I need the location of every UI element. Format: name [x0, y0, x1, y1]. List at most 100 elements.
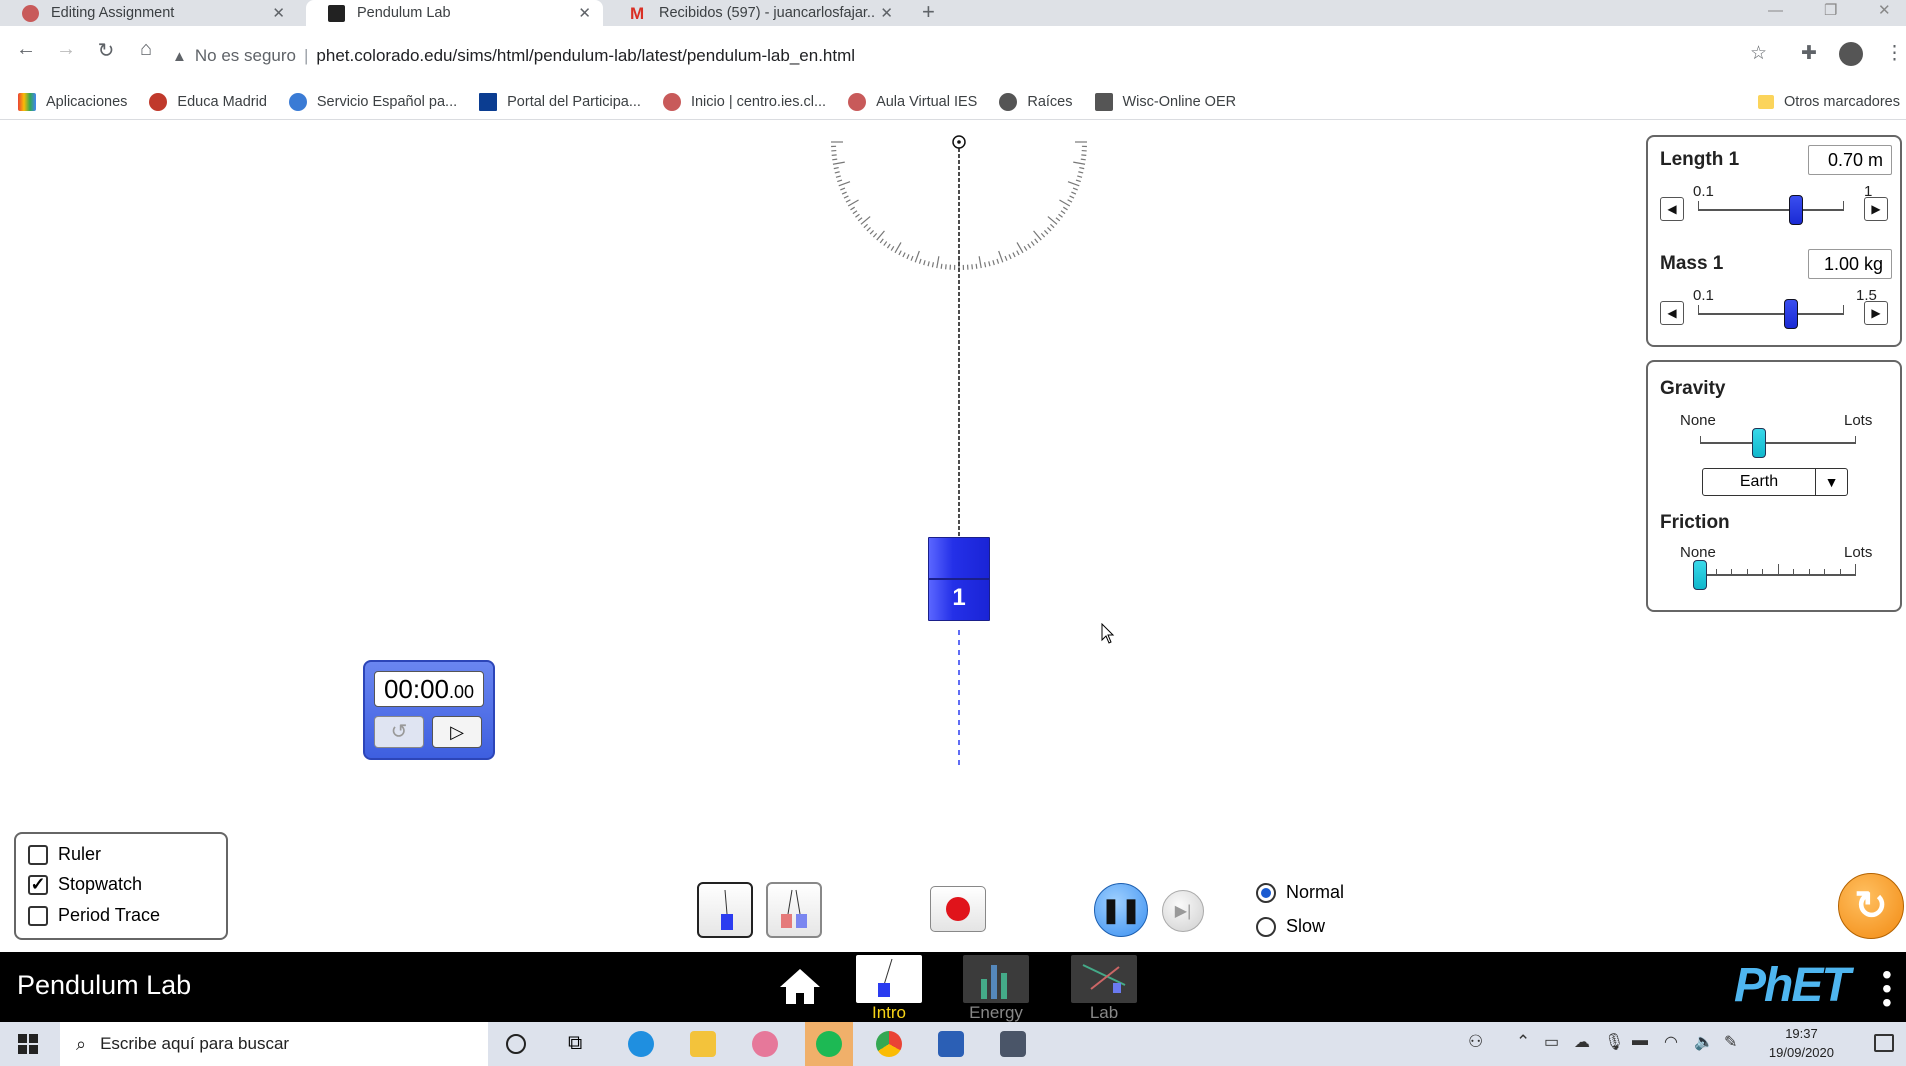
stopwatch-checkbox[interactable]: ✓ Stopwatch — [28, 874, 142, 895]
extensions-icon[interactable]: ✚ — [1801, 42, 1817, 65]
phet-logo[interactable]: PhET — [1734, 958, 1851, 1013]
protractor-tick — [1012, 252, 1016, 258]
speed-slow-radio[interactable]: Slow — [1256, 916, 1325, 937]
step-forward-button[interactable]: ▶| — [1162, 890, 1204, 932]
bookmark-raices[interactable]: Raíces — [999, 93, 1073, 111]
checkbox-box[interactable] — [28, 844, 48, 865]
friction-slider[interactable] — [1693, 560, 1856, 590]
chrome-icon[interactable] — [876, 1031, 902, 1057]
tab-editing-assignment[interactable]: Editing Assignment ✕ — [0, 0, 297, 26]
edge-icon[interactable] — [628, 1031, 654, 1057]
minimize-icon[interactable]: — — [1768, 0, 1783, 22]
length-increase-button[interactable]: ▶ — [1864, 197, 1888, 221]
friction-slider-thumb[interactable] — [1693, 560, 1707, 590]
two-pendulums-button[interactable] — [766, 882, 822, 938]
onedrive-icon[interactable]: ☁ — [1574, 1032, 1590, 1052]
address-bar[interactable]: ▲ No es seguro | phet.colorado.edu/sims/… — [172, 38, 1772, 74]
bookmark-portal-participa[interactable]: Portal del Participa... — [479, 93, 641, 111]
bookmark-educa-madrid[interactable]: Educa Madrid — [149, 93, 267, 111]
pause-button[interactable]: ❚❚ — [1094, 883, 1148, 937]
windows-start-icon[interactable] — [18, 1034, 38, 1054]
forward-icon[interactable]: → — [52, 38, 80, 61]
file-explorer-icon[interactable] — [690, 1031, 716, 1057]
battery-icon[interactable]: ▬ — [1632, 1032, 1648, 1050]
bookmark-servicio-espanol[interactable]: Servicio Español pa... — [288, 93, 457, 111]
gravity-slider-thumb[interactable] — [1752, 428, 1767, 458]
reset-all-button[interactable]: ↻ — [1838, 873, 1904, 939]
taskbar-clock[interactable]: 19:37 19/09/2020 — [1769, 1024, 1834, 1062]
one-pendulum-button[interactable] — [697, 882, 753, 938]
screen-intro-button[interactable]: Intro — [856, 955, 922, 1022]
bookmark-wisc-online[interactable]: Wisc-Online OER — [1094, 93, 1236, 111]
mass-decrease-button[interactable]: ◀ — [1660, 301, 1684, 325]
new-tab-icon[interactable]: + — [922, 0, 935, 24]
search-icon: ⌕ — [76, 1033, 87, 1054]
two-pendulums-icon — [781, 889, 807, 928]
back-icon[interactable]: ← — [12, 38, 40, 61]
centro-icon — [662, 93, 681, 111]
home-button[interactable] — [776, 966, 824, 1006]
pen-icon[interactable]: ✎ — [1724, 1032, 1737, 1052]
stopwatch[interactable]: 00:00.00 ↺ ▷ — [363, 660, 495, 760]
phet-menu-icon[interactable]: • • • — [1882, 961, 1892, 1017]
close-tab-icon[interactable]: ✕ — [272, 4, 285, 22]
mass-band — [929, 578, 989, 580]
folder-icon — [1757, 95, 1774, 109]
microphone-icon[interactable]: 🎙 — [1604, 1032, 1624, 1052]
record-button[interactable] — [930, 886, 986, 932]
display-icon[interactable]: ▭ — [1544, 1032, 1559, 1052]
pendulum-mass[interactable]: 1 — [928, 537, 990, 621]
length-slider[interactable] — [1698, 195, 1844, 225]
length-decrease-button[interactable]: ◀ — [1660, 197, 1684, 221]
home-icon[interactable]: ⌂ — [132, 38, 160, 61]
tray-chevron-icon[interactable]: ⌃ — [1516, 1032, 1530, 1052]
mass-increase-button[interactable]: ▶ — [1864, 301, 1888, 325]
reload-icon[interactable]: ↻ — [92, 38, 120, 63]
length-slider-thumb[interactable] — [1788, 195, 1803, 225]
menu-icon[interactable]: ⋮ — [1885, 42, 1904, 65]
bookmark-star-icon[interactable]: ☆ — [1750, 42, 1767, 65]
mass-slider-thumb[interactable] — [1784, 299, 1799, 329]
bookmark-label: Aula Virtual IES — [876, 94, 978, 110]
cortana-icon[interactable] — [506, 1034, 526, 1054]
snipping-tool-icon[interactable] — [752, 1031, 778, 1057]
profile-avatar[interactable] — [1839, 42, 1863, 66]
ruler-checkbox[interactable]: Ruler — [28, 844, 101, 865]
radio-circle[interactable] — [1256, 882, 1276, 903]
planet-dropdown[interactable]: Earth ▼ — [1702, 468, 1848, 496]
radio-circle[interactable] — [1256, 916, 1276, 937]
stopwatch-reset-button[interactable]: ↺ — [374, 716, 424, 748]
bookmark-aula-virtual[interactable]: Aula Virtual IES — [848, 93, 977, 111]
gravity-slider[interactable] — [1700, 428, 1856, 458]
screen-lab-button[interactable]: Lab — [1071, 955, 1137, 1022]
close-tab-icon[interactable]: ✕ — [880, 4, 893, 22]
spotify-icon[interactable] — [816, 1031, 842, 1057]
speed-normal-radio[interactable]: Normal — [1256, 882, 1344, 903]
people-icon[interactable]: ⚇ — [1468, 1032, 1483, 1052]
wifi-icon[interactable]: ◠ — [1664, 1032, 1678, 1052]
bookmark-inicio-centro[interactable]: Inicio | centro.ies.cl... — [662, 93, 826, 111]
tab-pendulum-lab[interactable]: Pendulum Lab ✕ — [306, 0, 603, 26]
checkbox-box[interactable]: ✓ — [28, 874, 48, 895]
checkbox-label: Period Trace — [58, 905, 161, 925]
bookmark-aplicaciones[interactable]: Aplicaciones — [18, 93, 127, 111]
taskbar-search-box[interactable]: ⌕ Escribe aquí para buscar — [60, 1022, 488, 1066]
word-icon[interactable] — [938, 1031, 964, 1057]
calculator-icon[interactable] — [1000, 1031, 1026, 1057]
stopwatch-start-button[interactable]: ▷ — [432, 716, 482, 748]
protractor-tick — [832, 158, 838, 161]
restore-icon[interactable]: ❐ — [1824, 0, 1837, 22]
protractor-tick — [910, 255, 914, 261]
close-tab-icon[interactable]: ✕ — [578, 4, 591, 22]
mass-value: 1.00 kg — [1808, 249, 1892, 279]
tab-gmail[interactable]: M Recibidos (597) - juancarlosfajar... ✕ — [608, 0, 905, 26]
close-window-icon[interactable]: ✕ — [1878, 0, 1891, 22]
mass-slider[interactable] — [1698, 299, 1844, 329]
task-view-icon[interactable]: ⧉ — [568, 1032, 582, 1055]
volume-icon[interactable]: 🔈 — [1694, 1032, 1714, 1052]
checkbox-box[interactable] — [28, 905, 48, 926]
notifications-icon[interactable] — [1874, 1034, 1894, 1052]
other-bookmarks[interactable]: Otros marcadores — [1757, 84, 1900, 120]
screen-energy-button[interactable]: Energy — [963, 955, 1029, 1022]
period-trace-checkbox[interactable]: Period Trace — [28, 905, 160, 926]
